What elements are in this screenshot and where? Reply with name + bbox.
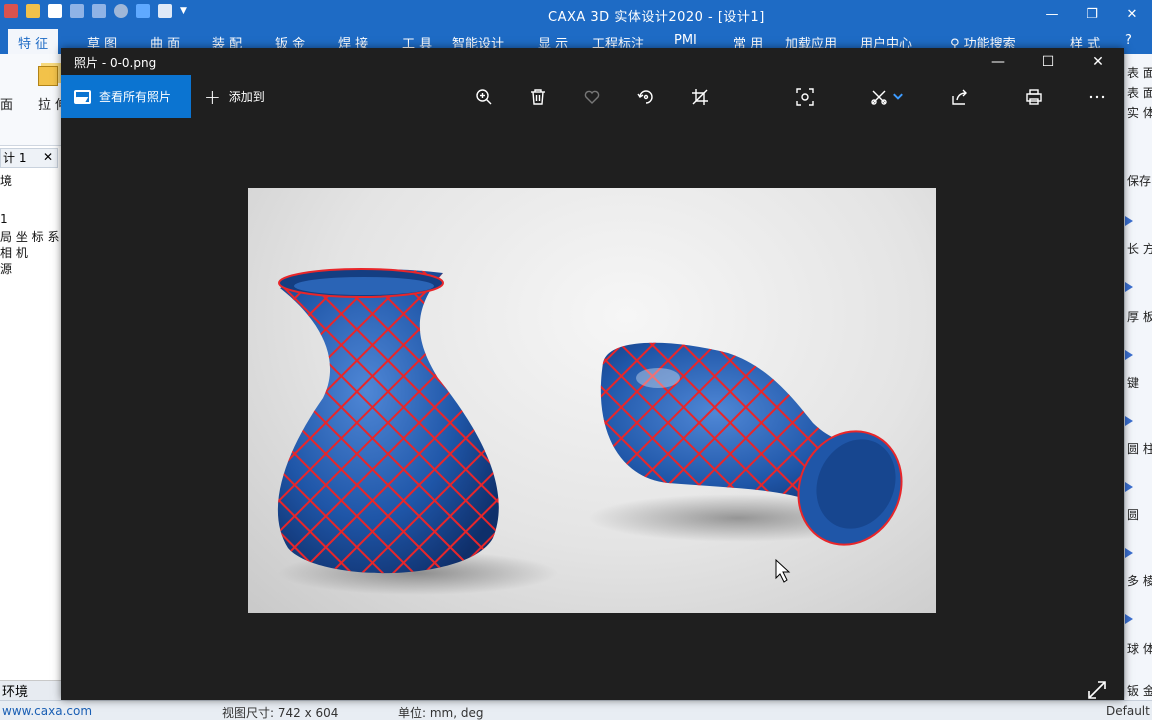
rotate-icon[interactable] [634,85,658,109]
environment-tab[interactable]: 环境 [0,680,62,700]
tab-features[interactable]: 特 征 [8,29,59,54]
view-size: 视图尺寸: 742 x 604 [222,706,339,720]
design-tree-panel: 计 1 ✕ 境 1 局 坐 标 系 相 机 源 [0,146,62,680]
element-thick-plate[interactable]: 厚 板 [1127,308,1152,325]
photo-image[interactable] [248,188,936,613]
ribbon-face-label[interactable]: 面 [0,94,13,113]
extrude-icon[interactable] [38,66,58,86]
plus-icon: + [204,84,221,109]
redo-icon[interactable] [92,4,106,18]
zoom-in-icon[interactable] [472,85,496,109]
status-bar: www.caxa.com 视图尺寸: 742 x 604 单位: mm, deg… [0,700,1152,720]
camera-icon[interactable] [158,4,172,18]
mouse-cursor-icon [775,558,791,583]
tree-item[interactable]: 相 机 [0,244,28,261]
snap-icon[interactable] [136,4,150,18]
caxa-close-button[interactable]: ✕ [1112,0,1152,28]
more-icon[interactable] [1085,85,1109,109]
caxa-window-title: CAXA 3D 实体设计2020 - [设计1] [548,10,765,25]
website-link[interactable]: www.caxa.com [2,704,92,718]
element-prism[interactable]: 多 棱 [1127,572,1152,589]
photos-minimize-button[interactable]: — [974,48,1022,75]
photos-maximize-button[interactable]: ☐ [1024,48,1072,75]
design-tree-tab-label: 计 1 [3,151,27,165]
right-item[interactable]: 实 体 [1127,104,1152,121]
save-icon[interactable] [48,4,62,18]
edit-create-icon[interactable] [867,85,891,109]
element-cylinder[interactable]: 圆 柱 [1127,440,1152,457]
photos-titlebar: 照片 - 0-0.png — ☐ ✕ [61,48,1124,75]
element-marker-icon [1125,416,1133,426]
design-elements-panel: 表 面 表 面 实 体 保存 长 方 厚 板 键 圆 柱 圆 多 棱 球 体 钣… [1124,54,1152,700]
edit-dropdown-icon[interactable] [891,85,905,109]
caxa-window-controls: — ❐ ✕ [1032,0,1152,28]
heart-icon[interactable] [580,85,604,109]
open-folder-icon[interactable] [26,4,40,18]
add-to-label: 添加到 [228,90,265,104]
quick-access-toolbar: ▼ [4,4,187,18]
close-icon[interactable]: ✕ [43,150,53,164]
tree-item[interactable]: 1 [0,212,8,226]
element-marker-icon [1125,482,1133,492]
render-icon[interactable] [114,4,128,18]
tree-item[interactable]: 局 坐 标 系 [0,228,59,245]
design-tree-tab[interactable]: 计 1 ✕ [0,148,58,168]
photos-window-title: 照片 - 0-0.png [74,56,157,70]
share-icon[interactable] [948,85,972,109]
element-marker-icon [1125,548,1133,558]
element-marker-icon [1125,282,1133,292]
save-button[interactable]: 保存 [1127,172,1151,189]
qa-dropdown-icon[interactable]: ▼ [180,6,187,16]
new-file-icon[interactable] [4,4,18,18]
element-circle[interactable]: 圆 [1127,506,1139,523]
element-marker-icon [1125,614,1133,624]
print-icon[interactable] [1022,85,1046,109]
element-marker-icon [1125,216,1133,226]
photos-toolbar: 查看所有照片 + 添加到 [61,75,1124,118]
caxa-minimize-button[interactable]: — [1032,0,1072,28]
picture-icon [74,89,91,104]
add-to-button[interactable]: + 添加到 [204,75,265,118]
right-item[interactable]: 表 面 [1127,84,1152,101]
style-default[interactable]: Default [1106,704,1150,718]
fullscreen-icon[interactable] [1085,678,1109,702]
caxa-titlebar: ▼ CAXA 3D 实体设计2020 - [设计1] — ❐ ✕ [0,0,1152,28]
element-marker-icon [1125,350,1133,360]
element-box[interactable]: 长 方 [1127,240,1152,257]
caxa-maximize-button[interactable]: ❐ [1072,0,1112,28]
enhance-icon[interactable] [793,85,817,109]
help-icon[interactable]: ? [1125,33,1132,48]
unit-status[interactable]: 单位: mm, deg [398,704,483,720]
tab-sheetmetal-elements[interactable]: 钣 金 [1127,682,1152,699]
tree-header: 境 [0,174,13,188]
photos-close-button[interactable]: ✕ [1074,48,1122,75]
undo-icon[interactable] [70,4,84,18]
element-key[interactable]: 键 [1127,374,1139,391]
photos-window: 照片 - 0-0.png — ☐ ✕ 查看所有照片 + 添加到 [61,48,1124,700]
view-all-photos-label: 查看所有照片 [99,90,172,104]
crop-icon[interactable] [688,85,712,109]
right-item[interactable]: 表 面 [1127,64,1152,81]
view-all-photos-button[interactable]: 查看所有照片 [61,75,191,118]
trash-icon[interactable] [526,85,550,109]
element-sphere[interactable]: 球 体 [1127,640,1152,657]
tab-pmi[interactable]: PMI [674,33,697,48]
tree-item[interactable]: 源 [0,260,12,277]
upright-vase [277,268,499,574]
environment-label: 环境 [2,685,29,700]
